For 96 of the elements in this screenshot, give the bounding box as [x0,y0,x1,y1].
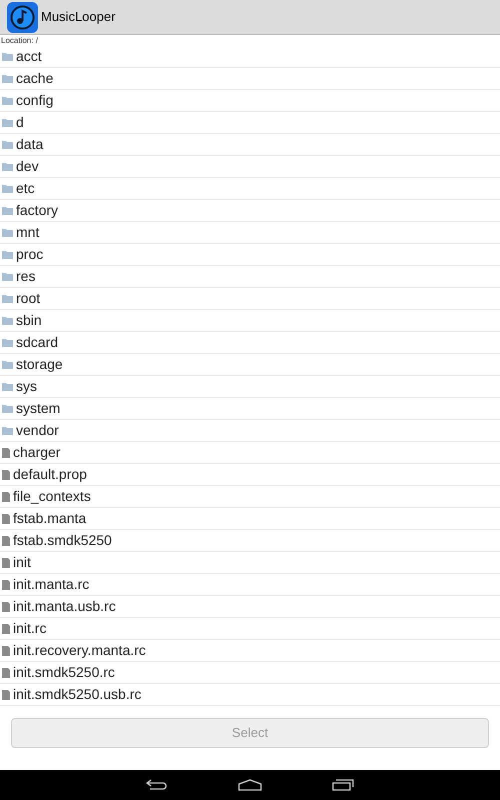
file-icon [2,690,10,700]
file-icon [2,470,10,480]
file-list-item[interactable]: fstab.smdk5250 [0,530,500,552]
file-list-item[interactable]: system [0,398,500,420]
item-name: vendor [16,421,59,440]
file-list-item[interactable]: etc [0,178,500,200]
back-icon[interactable] [146,779,168,791]
file-list-item[interactable]: vendor [0,420,500,442]
file-icon [2,668,10,678]
item-name: res [16,267,36,286]
folder-icon [2,360,13,369]
recent-apps-icon[interactable] [332,779,354,791]
item-name: dev [16,157,39,176]
folder-icon [2,382,13,391]
file-icon [2,558,10,568]
folder-icon [2,316,13,325]
folder-icon [2,228,13,237]
folder-icon [2,96,13,105]
folder-icon [2,206,13,215]
file-list-item[interactable]: res [0,266,500,288]
item-name: etc [16,179,35,198]
file-list-item[interactable]: init [0,552,500,574]
file-list-item[interactable]: dev [0,156,500,178]
item-name: data [16,135,44,154]
item-name: charger [13,443,60,462]
file-list-item[interactable]: init.rc [0,618,500,640]
folder-icon [2,162,13,171]
item-name: sdcard [16,333,58,352]
item-name: init.rc [13,619,46,638]
folder-icon [2,52,13,61]
file-list-item[interactable]: root [0,288,500,310]
file-icon [2,624,10,634]
item-name: file_contexts [13,487,91,506]
item-name: acct [16,47,42,66]
item-name: root [16,289,40,308]
folder-icon [2,338,13,347]
folder-icon [2,404,13,413]
file-icon [2,580,10,590]
item-name: fstab.smdk5250 [13,531,112,550]
file-list-item[interactable]: init.recovery.manta.rc [0,640,500,662]
file-list-item[interactable]: factory [0,200,500,222]
file-list-item[interactable]: sys [0,376,500,398]
file-list-item[interactable]: data [0,134,500,156]
file-list-item[interactable]: init.smdk5250.rc [0,662,500,684]
item-name: init.smdk5250.rc [13,663,115,682]
item-name: sbin [16,311,42,330]
folder-icon [2,74,13,83]
file-icon [2,536,10,546]
item-name: default.prop [13,465,87,484]
file-list-item[interactable]: sbin [0,310,500,332]
file-list-item[interactable]: acct [0,46,500,68]
item-name: init.manta.rc [13,575,90,594]
item-name: proc [16,245,44,264]
item-name: init.recovery.manta.rc [13,641,146,660]
location-label: Location: / [0,35,39,46]
file-icon [2,514,10,524]
app-title: MusicLooper [41,8,116,26]
file-list-item[interactable]: cache [0,68,500,90]
folder-icon [2,118,13,127]
item-name: storage [16,355,63,374]
folder-icon [2,184,13,193]
folder-icon [2,426,13,435]
file-list-item[interactable]: config [0,90,500,112]
file-list-item[interactable]: sdcard [0,332,500,354]
file-icon [2,448,10,458]
item-name: init.smdk5250.usb.rc [13,685,142,704]
item-name: sys [16,377,37,396]
item-name: mnt [16,223,40,242]
file-icon [2,492,10,502]
app-logo-icon [7,2,38,32]
file-list-item[interactable]: fstab.manta [0,508,500,530]
file-list-item[interactable]: default.prop [0,464,500,486]
folder-icon [2,140,13,149]
file-list-item[interactable]: init.smdk5250.usb.rc [0,684,500,706]
file-list-item[interactable]: init.manta.usb.rc [0,596,500,618]
file-list-item[interactable]: charger [0,442,500,464]
item-name: d [16,113,24,132]
item-name: system [16,399,60,418]
file-list-item[interactable]: d [0,112,500,134]
file-list-item[interactable]: mnt [0,222,500,244]
folder-icon [2,294,13,303]
item-name: init.manta.usb.rc [13,597,116,616]
file-icon [2,602,10,612]
item-name: config [16,91,54,110]
home-icon[interactable] [238,779,262,791]
file-list-item[interactable]: init.manta.rc [0,574,500,596]
folder-icon [2,272,13,281]
file-list-item[interactable]: storage [0,354,500,376]
file-icon [2,646,10,656]
item-name: factory [16,201,58,220]
file-list-item[interactable]: proc [0,244,500,266]
item-name: init [13,553,31,572]
file-list-item[interactable]: file_contexts [0,486,500,508]
folder-icon [2,250,13,259]
item-name: fstab.manta [13,509,86,528]
item-name: cache [16,69,54,88]
